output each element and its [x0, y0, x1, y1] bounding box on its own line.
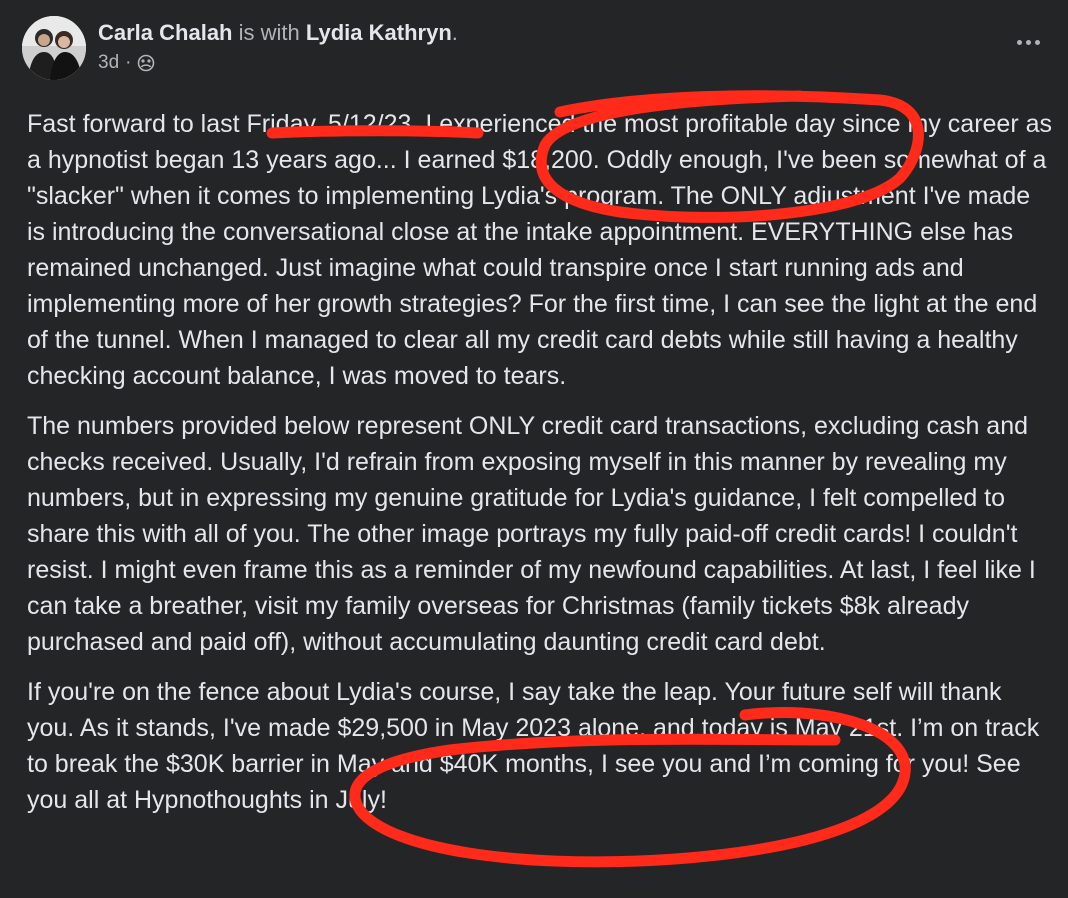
- post-header: Carla Chalah is with Lydia Kathryn. 3d ·: [22, 14, 1046, 84]
- avatar-photo: [22, 16, 86, 80]
- post-timestamp[interactable]: 3d: [98, 51, 119, 75]
- author-line: Carla Chalah is with Lydia Kathryn.: [98, 18, 458, 48]
- more-options-dot: [1025, 39, 1031, 45]
- facebook-post: Carla Chalah is with Lydia Kathryn. 3d ·: [0, 0, 1068, 898]
- meta-separator: ·: [125, 52, 132, 73]
- author-name[interactable]: Carla Chalah: [98, 20, 233, 45]
- author-avatar[interactable]: [22, 16, 86, 80]
- more-options-button[interactable]: [1010, 30, 1046, 54]
- post-paragraph-2: The numbers provided below represent ONL…: [27, 412, 1036, 656]
- post-body: Fast forward to last Friday. 5/12/23. I …: [27, 106, 1052, 832]
- more-options-icon: [1016, 39, 1022, 45]
- post-paragraph-1: Fast forward to last Friday. 5/12/23. I …: [27, 110, 1053, 390]
- post-meta: 3d ·: [98, 51, 155, 75]
- friends-globe-icon[interactable]: [137, 54, 155, 72]
- more-options-dot: [1034, 39, 1040, 45]
- with-text: is with: [238, 20, 300, 45]
- tagged-name[interactable]: Lydia Kathryn: [306, 20, 452, 45]
- post-paragraph-3: If you're on the fence about Lydia's cou…: [27, 678, 1040, 814]
- author-line-period: .: [451, 20, 458, 45]
